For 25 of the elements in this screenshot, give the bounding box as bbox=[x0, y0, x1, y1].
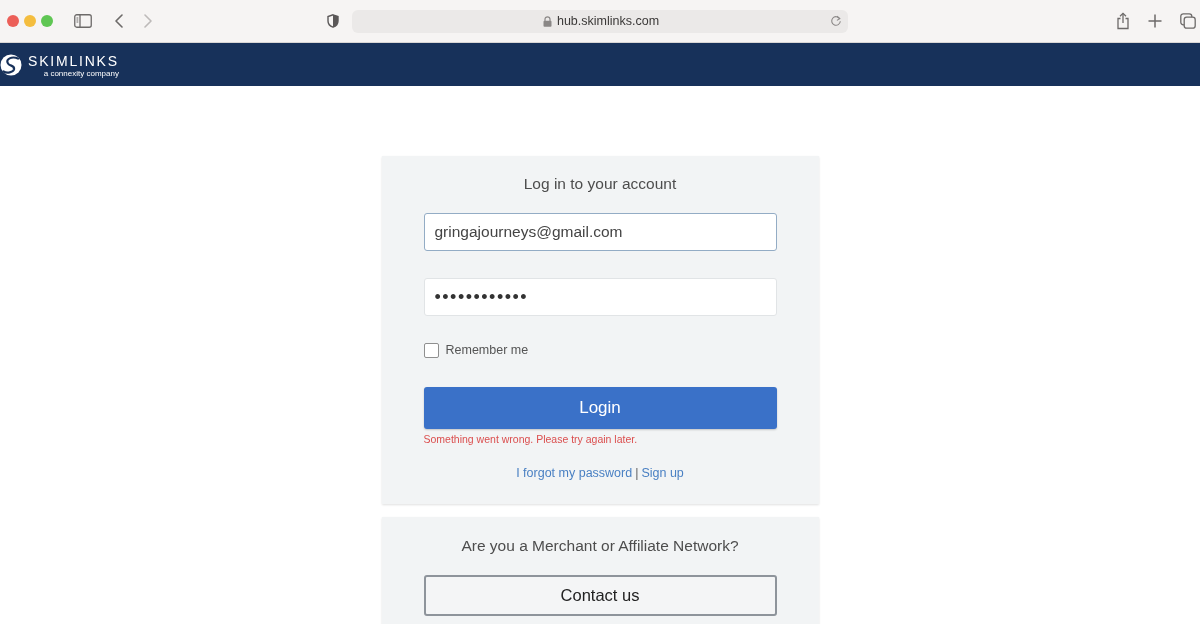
brand-name: SKIMLINKS bbox=[28, 54, 119, 69]
new-tab-icon[interactable] bbox=[1148, 14, 1162, 28]
remember-me-label[interactable]: Remember me bbox=[445, 343, 529, 357]
lock-icon bbox=[542, 15, 552, 27]
password-field[interactable]: •••••••••••• bbox=[423, 278, 777, 316]
back-icon[interactable] bbox=[115, 14, 123, 28]
email-field[interactable]: gringajourneys@gmail.com bbox=[423, 213, 777, 251]
login-button[interactable]: Login bbox=[423, 387, 777, 429]
merchant-title: Are you a Merchant or Affiliate Network? bbox=[461, 536, 739, 556]
contact-us-button[interactable]: Contact us bbox=[423, 575, 777, 616]
text-link[interactable]: I forgot my password bbox=[516, 465, 633, 481]
login-title: Log in to your account bbox=[523, 174, 677, 194]
shield-icon[interactable] bbox=[327, 14, 339, 28]
share-icon[interactable] bbox=[1116, 12, 1130, 30]
address-bar[interactable]: hub.skimlinks.com bbox=[352, 9, 848, 33]
error-message: Something went wrong. Please try again later. bbox=[423, 432, 639, 446]
zoom-window-icon[interactable] bbox=[41, 15, 53, 27]
close-window-icon[interactable] bbox=[7, 15, 19, 27]
text-link[interactable]: Sign up bbox=[641, 465, 684, 481]
tabs-overview-icon[interactable] bbox=[1180, 13, 1196, 29]
sidebar-icon[interactable] bbox=[74, 14, 92, 28]
link-separator: | bbox=[635, 465, 639, 481]
remember-me-checkbox[interactable] bbox=[423, 342, 439, 358]
reload-icon[interactable] bbox=[830, 15, 842, 27]
brand-tagline: a connexity company bbox=[43, 69, 119, 79]
